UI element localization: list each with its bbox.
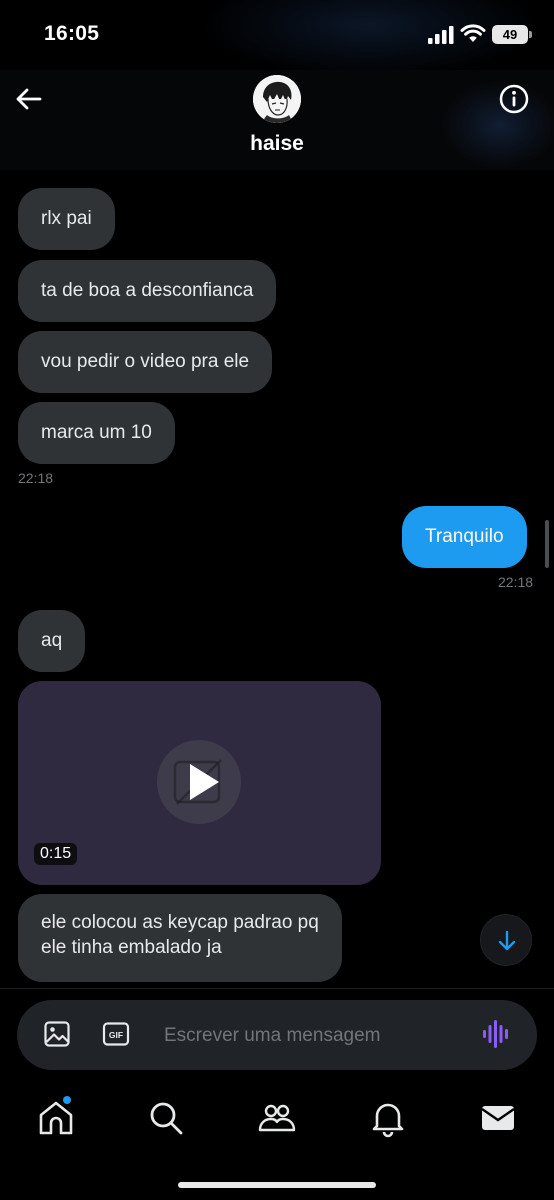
status-time: 16:05 (44, 22, 100, 45)
search-icon (150, 1102, 183, 1135)
communities-icon (258, 1104, 296, 1132)
play-icon (173, 759, 222, 805)
dm-conversation-screen: 16:05 49 haise rlx pai ta de boa a desco… (0, 0, 554, 1200)
image-icon[interactable] (43, 1020, 71, 1048)
scrollbar[interactable] (545, 520, 549, 568)
composer-divider (0, 988, 554, 989)
message-bubble-incoming[interactable]: aq (18, 610, 86, 672)
svg-text:GIF: GIF (109, 1030, 123, 1040)
conversation-header: haise (0, 70, 554, 170)
tab-messages[interactable] (478, 1098, 518, 1138)
battery-tip (529, 31, 532, 38)
message-text: ta de boa a desconfianca (41, 279, 254, 301)
message-bubble-outgoing[interactable]: Tranquilo (402, 506, 527, 568)
avatar-illustration (253, 75, 301, 123)
message-text: vou pedir o video pra ele (41, 350, 250, 372)
message-text: rlx pai (41, 207, 92, 229)
tab-notifications[interactable] (368, 1098, 408, 1138)
voice-waveform-icon[interactable] (482, 1018, 512, 1050)
tab-search[interactable] (146, 1098, 186, 1138)
video-message[interactable]: 0:15 (18, 681, 381, 885)
battery-indicator: 49 (492, 25, 528, 44)
message-text: Tranquilo (425, 525, 504, 547)
arrow-left-icon[interactable] (14, 84, 44, 114)
home-indicator[interactable] (178, 1182, 376, 1188)
message-bubble-incoming[interactable]: vou pedir o video pra ele (18, 331, 273, 393)
play-button[interactable] (157, 740, 241, 824)
status-glow (200, 0, 540, 80)
message-bubble-incoming[interactable]: marca um 10 (18, 402, 175, 464)
header-glow (440, 80, 554, 170)
message-input[interactable] (164, 1023, 454, 1049)
message-timestamp: 22:18 (498, 574, 534, 590)
wifi-icon (460, 24, 486, 42)
gif-icon[interactable]: GIF (102, 1020, 130, 1048)
message-bubble-incoming[interactable]: ta de boa a desconfianca (18, 260, 277, 322)
messages-icon (481, 1106, 515, 1130)
message-text: aq (41, 629, 63, 651)
contact-name[interactable]: haise (0, 132, 554, 156)
notification-dot (62, 1095, 72, 1105)
status-bar: 16:05 49 (0, 0, 554, 80)
cellular-signal-icon (428, 26, 454, 44)
message-text-line: ele tinha embalado ja (41, 936, 222, 958)
message-text: marca um 10 (41, 421, 152, 443)
tab-home[interactable] (36, 1095, 76, 1138)
message-bubble-incoming[interactable]: rlx pai (18, 188, 115, 250)
info-icon[interactable] (498, 83, 530, 115)
notifications-icon (372, 1103, 404, 1138)
arrow-down-icon (498, 930, 516, 951)
message-timestamp: 22:18 (18, 470, 54, 486)
avatar[interactable] (253, 75, 301, 123)
scroll-to-bottom-button[interactable] (480, 914, 532, 966)
video-duration: 0:15 (34, 843, 78, 865)
message-bubble-incoming[interactable]: ele colocou as keycap padrao pq ele tinh… (18, 894, 342, 982)
message-text-line: ele colocou as keycap padrao pq (41, 912, 319, 933)
tab-communities[interactable] (257, 1098, 297, 1138)
